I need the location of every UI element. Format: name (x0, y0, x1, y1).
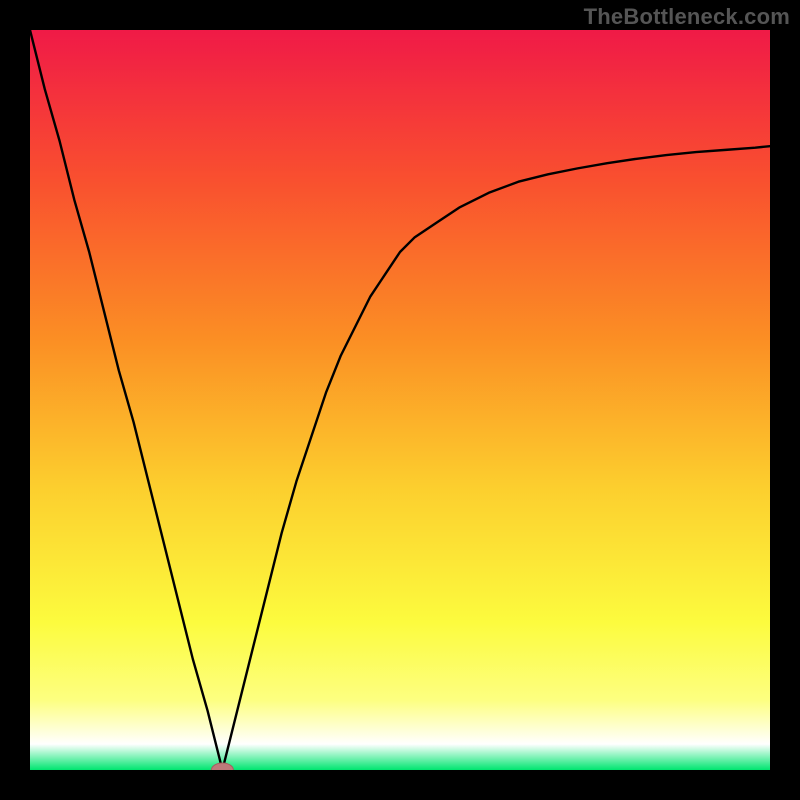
outer-frame: TheBottleneck.com (0, 0, 800, 800)
gradient-background (30, 30, 770, 770)
chart-svg (30, 30, 770, 770)
plot-area (30, 30, 770, 770)
watermark-text: TheBottleneck.com (584, 4, 790, 30)
